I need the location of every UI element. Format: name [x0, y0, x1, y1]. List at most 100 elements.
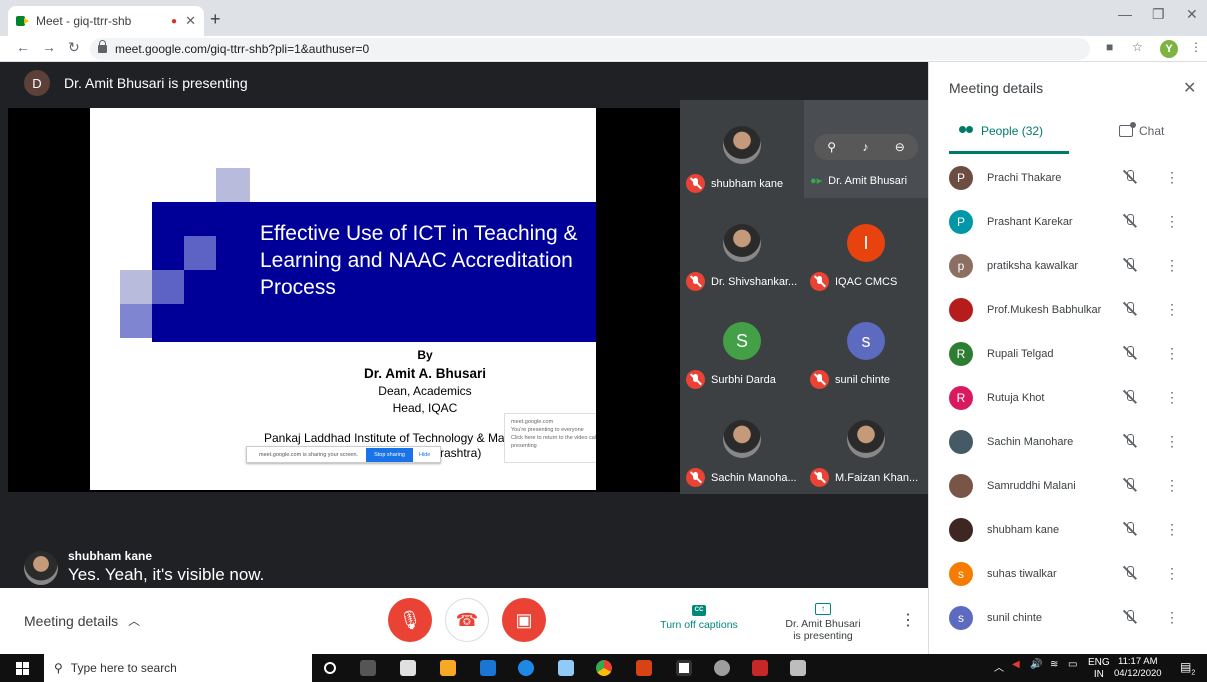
mic-off-icon — [1123, 345, 1137, 361]
volume-icon[interactable]: 🔊 — [1030, 659, 1042, 670]
camera-indicator-icon[interactable]: ■ — [1106, 40, 1113, 54]
list-item[interactable]: s sunil chinte ⋮ — [929, 596, 1207, 640]
mic-off-icon — [810, 370, 829, 389]
list-item[interactable]: Sachin Manohare ⋮ — [929, 420, 1207, 464]
mic-off-icon — [1123, 521, 1137, 537]
stop-sharing-button[interactable]: Stop sharing — [366, 447, 413, 462]
captions-button[interactable]: CC Turn off captions — [654, 602, 744, 631]
tray-app-icon[interactable]: ◀ — [1012, 659, 1020, 670]
network-icon[interactable]: ≋ — [1050, 659, 1058, 670]
list-item[interactable]: R Rupali Telgad ⋮ — [929, 332, 1207, 376]
popup-line: You're presenting to everyone — [511, 427, 584, 433]
mic-off-icon: 🎙 — [398, 609, 422, 630]
list-item[interactable]: R Rutuja Khot ⋮ — [929, 376, 1207, 420]
more-options-icon[interactable]: ⋮ — [1165, 389, 1179, 406]
cortana-icon[interactable] — [324, 662, 336, 674]
remove-icon[interactable]: ⊖ — [895, 140, 905, 154]
video-tile[interactable]: M.Faizan Khan... — [804, 394, 928, 492]
forward-icon[interactable]: → — [42, 39, 56, 55]
app-icon[interactable] — [676, 660, 692, 676]
caption-speaker-avatar — [24, 551, 58, 585]
pin-icon[interactable]: ⚲ — [827, 140, 836, 154]
powerpoint-icon[interactable] — [636, 660, 652, 676]
video-tile[interactable]: ⚲ ♪ ⊖ ●▸ Dr. Amit Bhusari — [804, 100, 928, 198]
file-explorer-icon[interactable] — [440, 660, 456, 676]
meeting-details-button[interactable]: Meeting details ︿ — [24, 612, 140, 629]
participant-avatar: P — [949, 210, 973, 234]
leave-call-button[interactable]: ☎ — [445, 598, 489, 642]
video-tile[interactable]: S Surbhi Darda — [680, 296, 804, 394]
close-window-icon[interactable]: ✕ — [1186, 6, 1198, 23]
slide: Effective Use of ICT in Teaching & Learn… — [90, 108, 596, 490]
url-field[interactable]: meet.google.com/giq-ttrr-shb?pli=1&authu… — [90, 38, 1090, 60]
presenter-banner: D Dr. Amit Bhusari is presenting — [24, 70, 248, 96]
clock[interactable]: 11:17 AM 04/12/2020 — [1114, 656, 1162, 680]
more-options-icon[interactable]: ⋮ — [1165, 169, 1179, 186]
notifications-icon[interactable]: ▤2 — [1180, 660, 1195, 676]
more-options-icon[interactable]: ⋮ — [1165, 609, 1179, 626]
list-item[interactable]: Prof.Mukesh Babhulkar ⋮ — [929, 288, 1207, 332]
mute-icon[interactable]: ♪ — [862, 140, 868, 154]
close-panel-icon[interactable]: ✕ — [1183, 78, 1196, 98]
hide-button[interactable]: Hide — [419, 452, 430, 458]
more-options-icon[interactable]: ⋮ — [900, 610, 916, 630]
minimize-icon[interactable]: — — [1118, 6, 1132, 22]
paint-icon[interactable] — [790, 660, 806, 676]
new-tab-button[interactable]: + — [210, 9, 221, 30]
list-item[interactable]: Samruddhi Malani ⋮ — [929, 464, 1207, 508]
more-options-icon[interactable]: ⋮ — [1165, 433, 1179, 450]
battery-icon[interactable]: ▭ — [1068, 659, 1077, 670]
video-tile[interactable]: Sachin Manoha... — [680, 394, 804, 492]
edge-icon[interactable] — [518, 660, 534, 676]
slide-decor — [216, 168, 250, 202]
reload-icon[interactable]: ↻ — [68, 39, 80, 56]
more-options-icon[interactable]: ⋮ — [1165, 521, 1179, 538]
list-item[interactable]: s suhas tiwalkar ⋮ — [929, 552, 1207, 596]
caption-text: Yes. Yeah, it's visible now. — [68, 565, 265, 584]
video-tile[interactable]: s sunil chinte — [804, 296, 928, 394]
participant-name: Samruddhi Malani — [987, 480, 1076, 492]
app-icon[interactable] — [752, 660, 768, 676]
slide-author: Dr. Amit A. Bhusari — [363, 366, 487, 381]
windows-start-icon[interactable] — [16, 662, 29, 675]
tray-arrow-icon[interactable]: ︿ — [994, 659, 1004, 674]
mic-toggle-button[interactable]: 🎙 — [388, 598, 432, 642]
participant-photo — [723, 224, 761, 262]
camera-toggle-button[interactable]: ▣ — [502, 598, 546, 642]
bookmark-star-icon[interactable]: ☆ — [1132, 40, 1143, 54]
more-options-icon[interactable]: ⋮ — [1165, 345, 1179, 362]
taskbar-search[interactable]: ⚲ Type here to search — [44, 654, 312, 682]
list-item[interactable]: p pratiksha kawalkar ⋮ — [929, 244, 1207, 288]
close-tab-icon[interactable]: ✕ — [185, 13, 196, 29]
list-item[interactable]: P Prachi Thakare ⋮ — [929, 156, 1207, 200]
presenting-button[interactable]: ↑ Dr. Amit Bhusari is presenting — [774, 602, 872, 642]
store-icon[interactable] — [400, 660, 416, 676]
more-options-icon[interactable]: ⋮ — [1165, 301, 1179, 318]
tab-chat[interactable]: Chat — [1119, 122, 1164, 138]
back-icon[interactable]: ← — [16, 39, 30, 55]
language-indicator[interactable]: ENG IN — [1088, 657, 1110, 681]
task-view-icon[interactable] — [360, 660, 376, 676]
list-item[interactable]: P Prashant Karekar ⋮ — [929, 200, 1207, 244]
tab-people[interactable]: People (32) — [959, 124, 1043, 138]
video-tile[interactable]: Dr. Shivshankar... — [680, 198, 804, 296]
more-options-icon[interactable]: ⋮ — [1165, 257, 1179, 274]
browser-menu-icon[interactable]: ⋮ — [1190, 40, 1202, 54]
profile-avatar[interactable]: Y — [1160, 40, 1178, 58]
app-icon[interactable] — [558, 660, 574, 676]
mail-icon[interactable] — [480, 660, 496, 676]
video-tile[interactable]: I IQAC CMCS — [804, 198, 928, 296]
participant-name: sunil chinte — [987, 612, 1043, 624]
video-tile[interactable]: shubham kane — [680, 100, 804, 198]
list-item[interactable]: shubham kane ⋮ — [929, 508, 1207, 552]
app-icon[interactable] — [714, 660, 730, 676]
browser-tab[interactable]: Meet - giq-ttrr-shb ● ✕ — [8, 6, 204, 36]
restore-icon[interactable]: ❐ — [1152, 6, 1165, 23]
active-tab-indicator — [949, 151, 1069, 154]
more-options-icon[interactable]: ⋮ — [1165, 213, 1179, 230]
more-options-icon[interactable]: ⋮ — [1165, 477, 1179, 494]
presenting-popup[interactable]: meet.google.com You're presenting to eve… — [504, 413, 596, 463]
participant-avatar — [949, 430, 973, 454]
chrome-icon[interactable] — [596, 660, 612, 676]
more-options-icon[interactable]: ⋮ — [1165, 565, 1179, 582]
